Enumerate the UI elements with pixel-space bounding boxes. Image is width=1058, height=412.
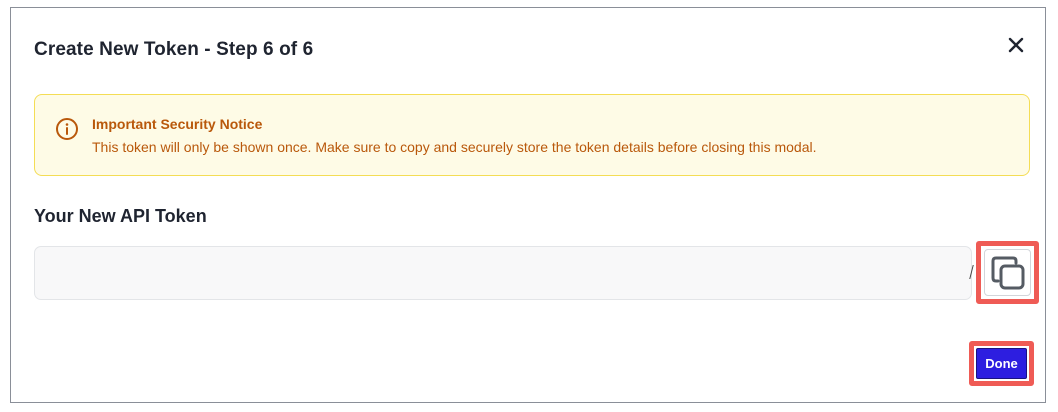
token-heading: Your New API Token xyxy=(34,206,207,226)
info-circle-icon xyxy=(56,118,78,140)
done-button-highlight: Done xyxy=(969,341,1034,386)
copy-button[interactable] xyxy=(984,249,1031,296)
token-input[interactable] xyxy=(35,247,971,299)
copy-icon xyxy=(991,256,1024,289)
close-button[interactable] xyxy=(1003,32,1029,58)
close-icon xyxy=(1008,37,1024,53)
token-field[interactable] xyxy=(34,246,972,300)
notice-body: This token will only be shown once. Make… xyxy=(92,139,817,155)
security-notice: Important Security Notice This token wil… xyxy=(34,94,1030,176)
notice-title: Important Security Notice xyxy=(92,116,263,132)
copy-button-highlight xyxy=(976,241,1039,304)
done-button[interactable]: Done xyxy=(976,348,1027,379)
modal-title: Create New Token - Step 6 of 6 xyxy=(34,39,314,60)
create-token-modal: Create New Token - Step 6 of 6 Important… xyxy=(10,7,1046,403)
